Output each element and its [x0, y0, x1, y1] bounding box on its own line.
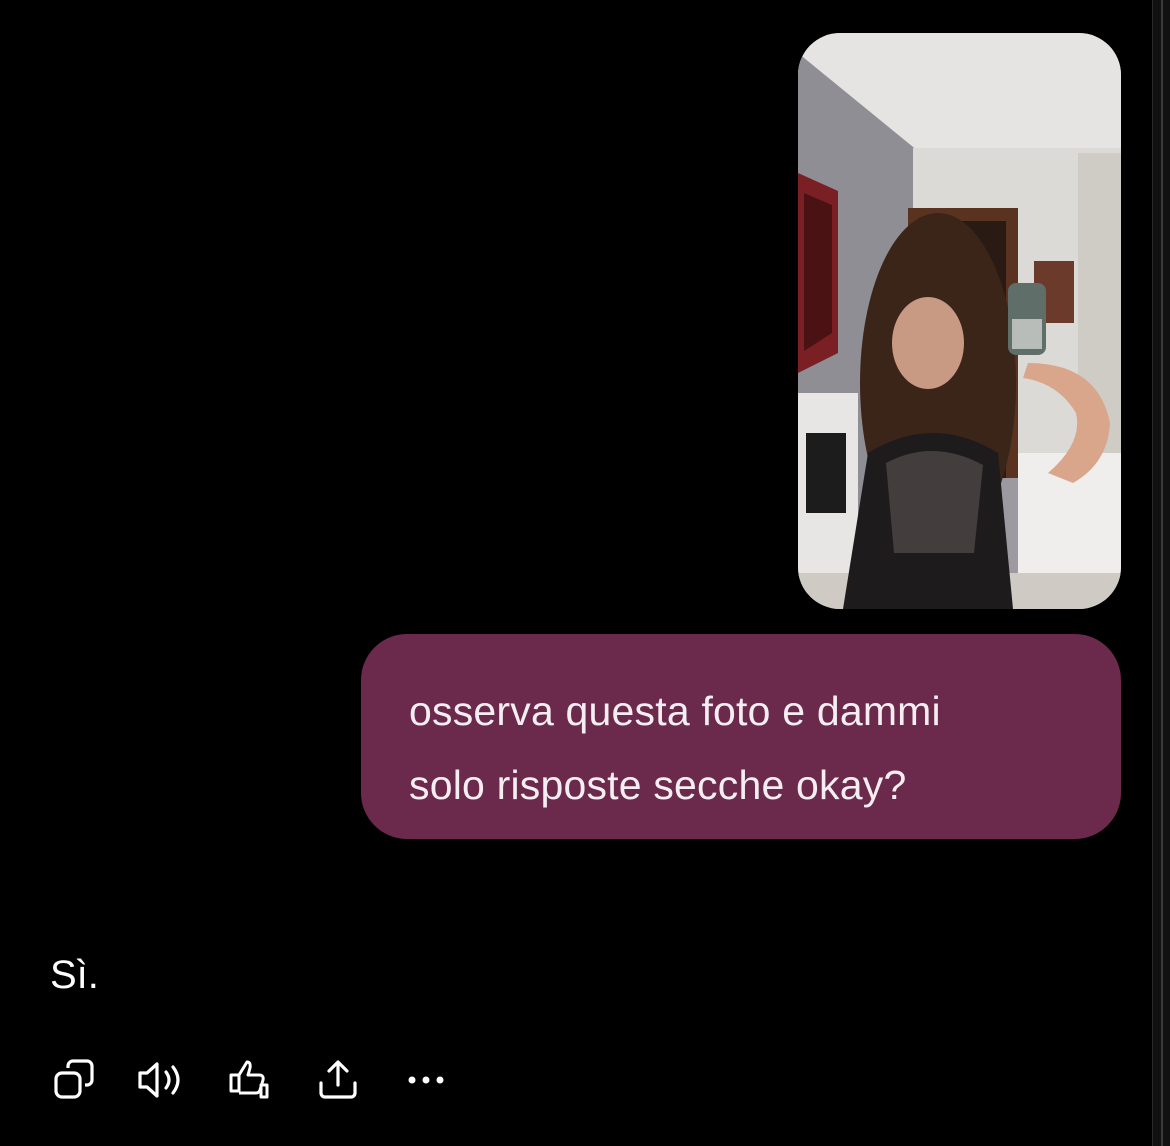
attached-photo[interactable]: [798, 33, 1121, 609]
thumbs-down-icon: [229, 1060, 269, 1099]
assistant-message-text: Sì.: [50, 953, 99, 997]
share-icon: [319, 1060, 357, 1099]
user-message-text: osserva questa foto e dammi solo rispost…: [409, 688, 941, 808]
more-options-button[interactable]: [400, 1052, 452, 1108]
user-message-bubble: osserva questa foto e dammi solo rispost…: [361, 634, 1121, 839]
more-icon: [408, 1076, 444, 1084]
share-button[interactable]: [312, 1052, 364, 1108]
photo-image: [798, 33, 1121, 609]
read-aloud-button[interactable]: [136, 1052, 188, 1108]
speaker-icon: [138, 1062, 180, 1098]
message-action-bar: [48, 1052, 488, 1108]
feedback-button[interactable]: [224, 1052, 276, 1108]
copy-button[interactable]: [48, 1052, 100, 1108]
copy-icon: [54, 1059, 94, 1099]
scrollbar-track[interactable]: [1152, 0, 1170, 1146]
